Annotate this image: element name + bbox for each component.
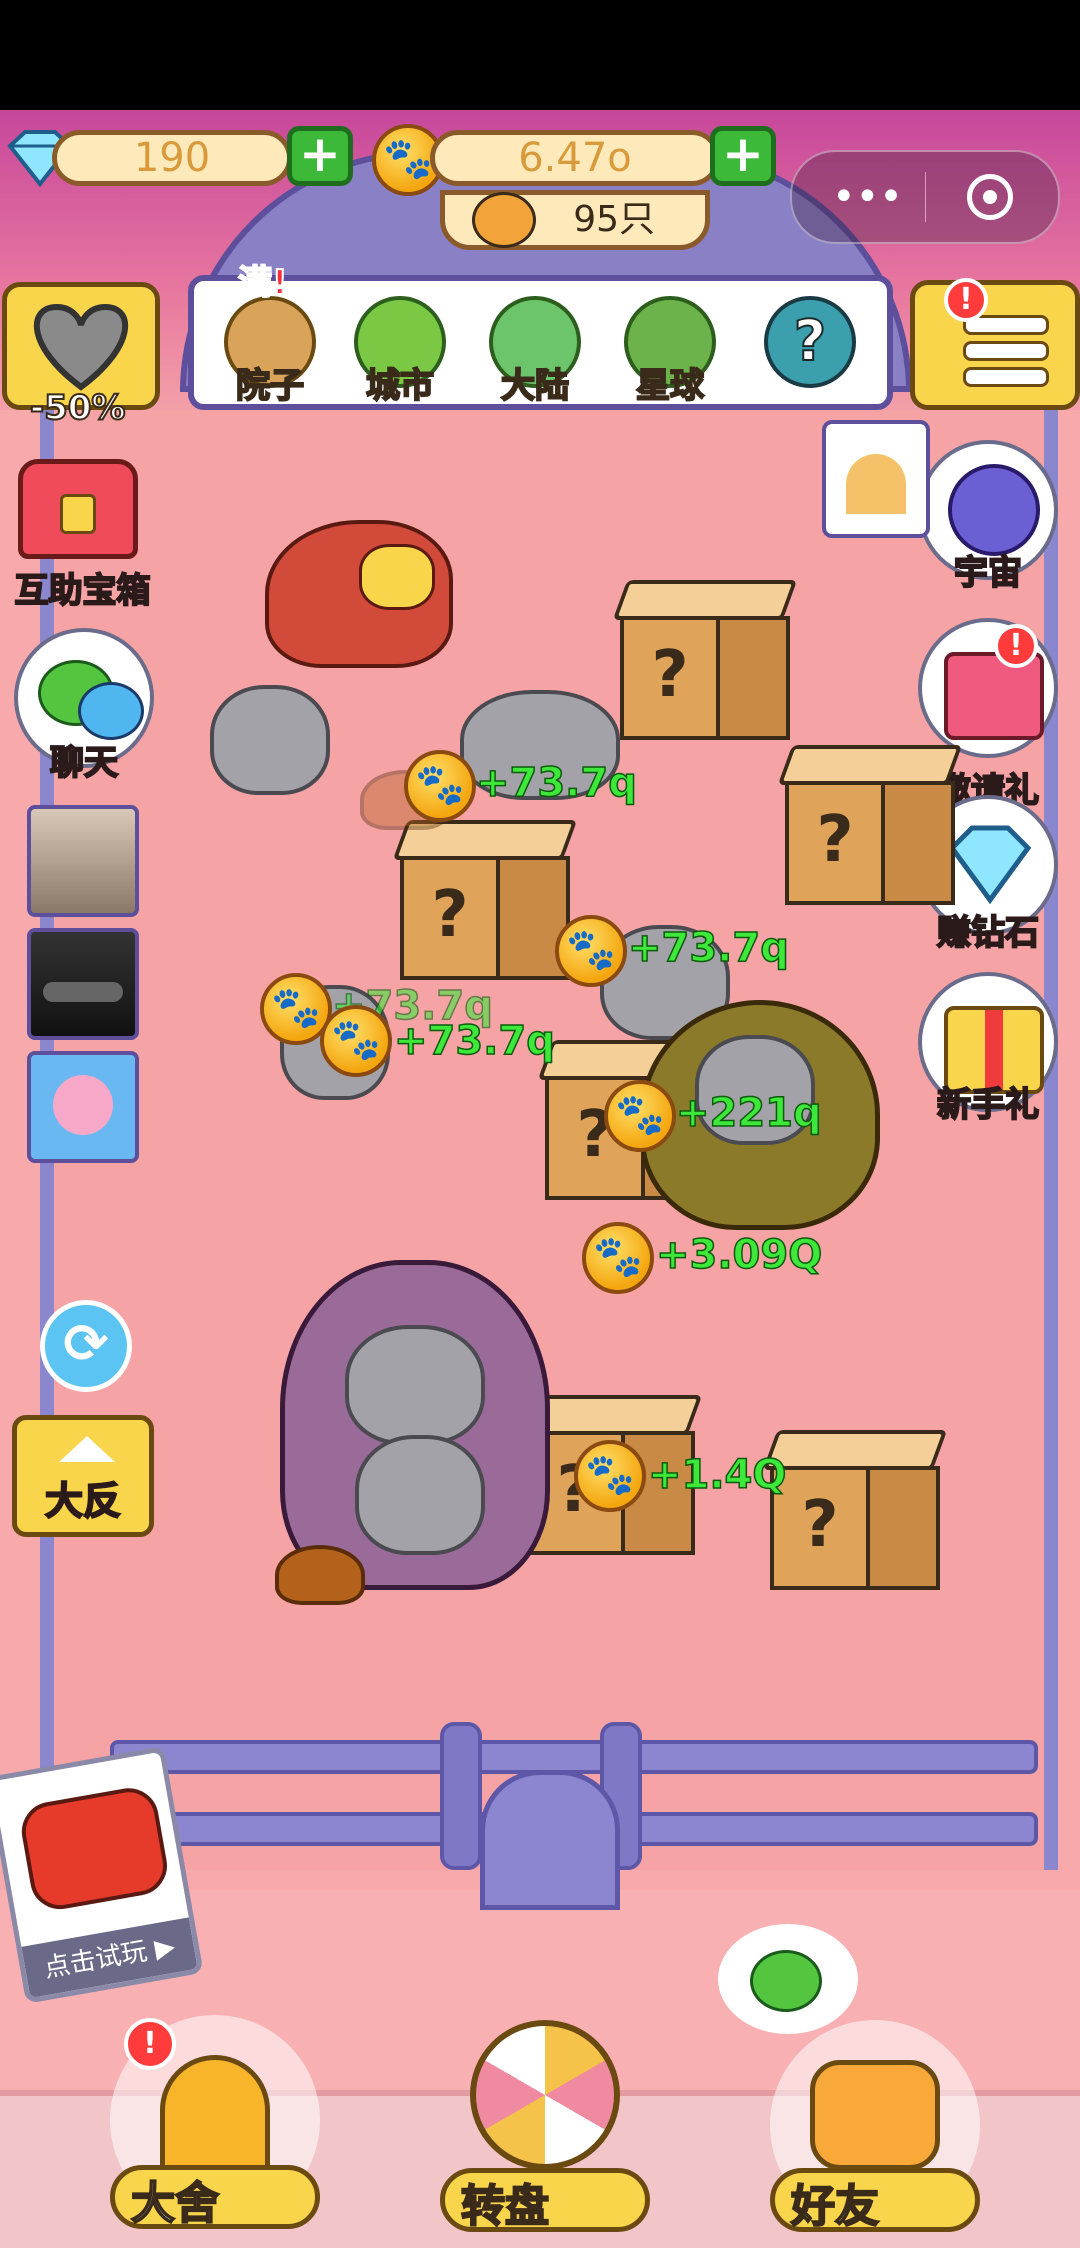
box-lid — [612, 580, 798, 620]
two-cats-icon — [810, 2060, 940, 2170]
box-side — [881, 781, 955, 905]
capsule-divider — [925, 172, 926, 222]
earning-text: +221q — [675, 1089, 822, 1137]
kennel-label: 大舍 — [130, 2177, 220, 2230]
treasure-chest-icon — [18, 459, 138, 559]
earn-diamond-label: 赚钻石 — [936, 912, 1040, 954]
mutual-treasure-label: 互助宝箱 — [14, 570, 152, 612]
tab-yard[interactable]: 院子 — [214, 296, 326, 437]
add-coin-button[interactable]: + — [710, 126, 776, 186]
poop-icon[interactable] — [275, 1545, 365, 1605]
list-icon-line — [963, 367, 1049, 387]
earning-text: +73.7q — [475, 759, 637, 807]
alert-badge: ! — [944, 278, 988, 322]
friends-label: 好友 — [790, 2180, 880, 2233]
race-car-icon — [17, 1783, 172, 1914]
enlarge-label: 大反 — [44, 1478, 122, 1524]
chat-label: 聊天 — [49, 742, 119, 784]
gift-box-icon — [944, 652, 1044, 740]
earning-text: +3.09Q — [655, 1231, 823, 1279]
paw-coin-icon: 🐾 — [582, 1222, 654, 1294]
area-tabs: 院子 城市 大陆 星球 ? — [188, 275, 893, 410]
tab-city[interactable]: 城市 — [344, 296, 456, 437]
cat[interactable] — [210, 685, 330, 795]
task-list-button[interactable] — [910, 280, 1080, 410]
add-diamond-button[interactable]: + — [287, 126, 353, 186]
newbie-gift-label: 新手礼 — [936, 1084, 1040, 1126]
diamond-icon — [948, 825, 1032, 904]
alert-badge: ! — [124, 2018, 176, 2070]
friend-avatar[interactable] — [27, 805, 139, 917]
diamond-count: 190 — [52, 130, 292, 186]
chat-bubble-icon-2 — [78, 682, 144, 740]
paw-coin-icon: 🐾 — [320, 1005, 392, 1077]
universe-label: 宇宙 — [953, 552, 1023, 594]
box-question-mark: ? — [400, 856, 500, 980]
friend-avatar[interactable] — [27, 928, 139, 1040]
chevron-up-icon — [59, 1436, 115, 1462]
paw-coin-icon: 🐾 — [574, 1440, 646, 1512]
paw-coin-icon: 🐾 — [555, 915, 627, 987]
friend-avatar[interactable] — [27, 1051, 139, 1163]
tab-locked[interactable]: ? — [754, 296, 866, 388]
hooded-cat[interactable] — [280, 1260, 550, 1590]
earning-text: +73.7q — [393, 1017, 555, 1065]
mystery-box[interactable]: ? — [762, 1430, 948, 1590]
refresh-icon: ⟳ — [63, 1312, 109, 1375]
list-icon-line — [963, 341, 1049, 361]
earning-text: +1.4Q — [647, 1451, 787, 1499]
yard-gate — [480, 1770, 620, 1910]
fence-rail — [110, 1740, 1038, 1774]
guard-dog[interactable] — [265, 520, 453, 668]
box-question-mark: ? — [620, 616, 720, 740]
more-icon[interactable]: ••• — [832, 177, 903, 217]
mystery-box[interactable]: ? — [392, 820, 578, 980]
spin-wheel-icon — [470, 2020, 620, 2170]
wechat-share-button[interactable] — [718, 1924, 858, 2034]
dog-house-icon — [822, 420, 930, 538]
close-icon[interactable] — [967, 174, 1013, 220]
miniprogram-capsule: ••• — [790, 150, 1060, 244]
tab-planet[interactable]: 星球 — [614, 296, 726, 437]
tab-continent[interactable]: 大陆 — [479, 296, 591, 437]
cat-face-icon — [472, 192, 536, 248]
enlarge-button[interactable]: 大反 — [12, 1415, 154, 1537]
friends-button[interactable]: 好友 — [770, 2020, 980, 2248]
wheel-label: 转盘 — [460, 2180, 550, 2233]
mystery-box[interactable]: ? — [612, 580, 798, 740]
box-side — [716, 616, 790, 740]
happiness-label: -50% — [29, 387, 126, 429]
box-question-mark: ? — [785, 781, 885, 905]
box-side — [866, 1466, 940, 1590]
planet-icon — [948, 464, 1040, 556]
full-badge: 满! — [237, 262, 288, 304]
refresh-button[interactable]: ⟳ — [40, 1300, 132, 1392]
mutual-treasure-button[interactable] — [8, 455, 148, 565]
earning-text: +73.7q — [627, 924, 789, 972]
box-lid — [777, 745, 963, 785]
status-bar — [0, 0, 1080, 110]
alert-badge: ! — [994, 624, 1038, 668]
question-icon: ? — [764, 296, 856, 388]
box-lid — [762, 1430, 948, 1470]
paw-coin-icon: 🐾 — [604, 1080, 676, 1152]
fence-post — [440, 1722, 482, 1870]
paw-coin-icon: 🐾 — [404, 750, 476, 822]
wheel-button[interactable]: 转盘 — [440, 2000, 650, 2248]
wechat-icon — [750, 1950, 822, 2012]
mystery-box[interactable]: ? — [777, 745, 963, 905]
coin-count: 6.47o — [430, 130, 720, 186]
